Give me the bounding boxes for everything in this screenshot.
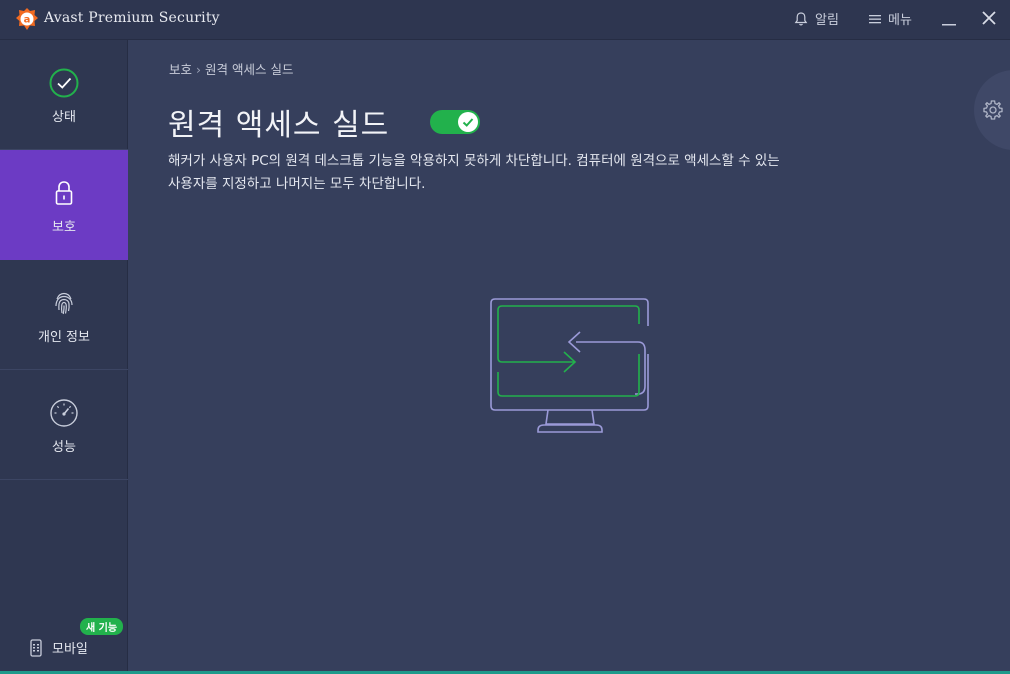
speedometer-icon — [50, 399, 78, 427]
check-circle-icon — [49, 68, 79, 98]
close-icon[interactable] — [980, 9, 998, 27]
hamburger-icon — [869, 14, 881, 23]
mobile-phone-icon — [30, 638, 42, 657]
bell-icon — [794, 11, 808, 25]
breadcrumb-current: 원격 액세스 실드 — [205, 62, 294, 77]
notifications-label: 알림 — [815, 13, 839, 28]
avast-logo-icon: a — [16, 8, 38, 30]
gear-icon — [983, 100, 1003, 120]
title-bar: a Avast Premium Security 알림 메뉴 — [0, 0, 1010, 40]
app-title: Avast Premium Security — [44, 10, 220, 26]
menu-label: 메뉴 — [888, 13, 912, 28]
check-icon — [462, 118, 474, 127]
sidebar-item-protection[interactable]: 보호 — [0, 150, 128, 260]
sidebar-item-performance[interactable]: 성능 — [0, 370, 128, 480]
minimize-icon[interactable] — [940, 8, 958, 28]
new-feature-badge: 새 기능 — [80, 618, 124, 635]
breadcrumb-separator: › — [196, 62, 202, 77]
sidebar-item-label: 상태 — [52, 110, 76, 125]
fingerprint-icon — [55, 292, 73, 315]
mobile-label: 모바일 — [52, 642, 88, 657]
sidebar-item-privacy[interactable]: 개인 정보 — [0, 260, 128, 370]
breadcrumb: 보호 › 원격 액세스 실드 — [169, 59, 293, 78]
feature-description: 해커가 사용자 PC의 원격 데스크톱 기능을 악용하지 못하게 차단합니다. … — [168, 153, 780, 192]
sidebar-item-mobile[interactable]: 모바일 — [30, 638, 88, 657]
sidebar-item-label: 개인 정보 — [38, 330, 90, 345]
toggle-knob — [458, 112, 478, 132]
sidebar-item-label: 보호 — [52, 220, 76, 235]
remote-access-monitor-illustration — [490, 298, 649, 433]
shield-toggle-switch[interactable] — [430, 110, 480, 134]
page-title: 원격 액세스 실드 — [168, 108, 390, 143]
lock-icon — [55, 181, 73, 205]
sidebar-item-status[interactable]: 상태 — [0, 40, 128, 150]
svg-text:a: a — [24, 15, 31, 26]
settings-button[interactable] — [974, 70, 1010, 150]
menu-button[interactable]: 메뉴 — [868, 9, 912, 28]
breadcrumb-parent-link[interactable]: 보호 — [169, 62, 192, 77]
sidebar-item-label: 성능 — [52, 440, 76, 455]
sidebar: 상태 보호 개인 정보 성능 새 기능 모바일 — [0, 40, 128, 674]
notifications-button[interactable]: 알림 — [793, 9, 839, 28]
